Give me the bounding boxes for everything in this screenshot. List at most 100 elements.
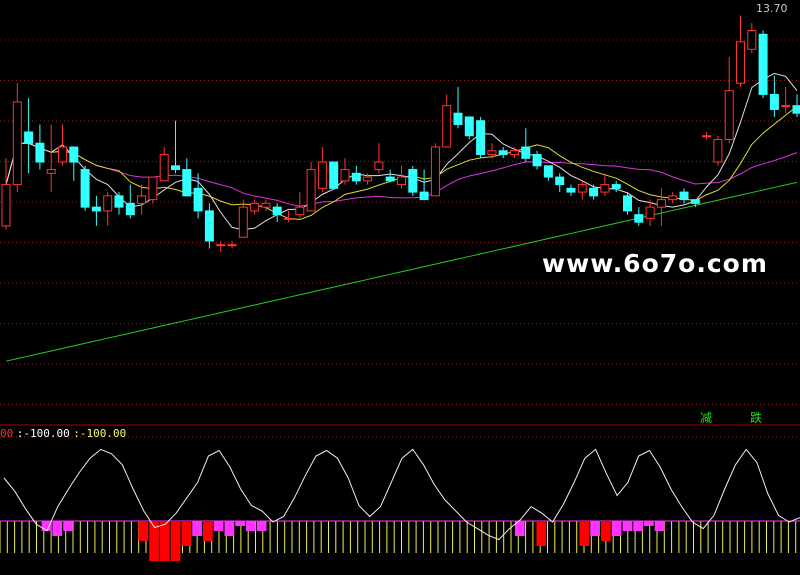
- indicator-bar: [246, 521, 256, 531]
- candle-body: [690, 199, 700, 204]
- candle-body: [623, 195, 632, 212]
- candle-body: [216, 244, 226, 247]
- indicator-bar: [63, 521, 73, 531]
- indicator-bar: [159, 521, 170, 561]
- candle-body: [261, 202, 271, 208]
- signal-label-fall: 跌: [750, 411, 763, 425]
- indicator-bar: [41, 521, 52, 531]
- candle-body: [498, 150, 508, 156]
- indicator-bar: [654, 521, 665, 531]
- candle-body: [430, 146, 440, 197]
- candle-body: [464, 116, 474, 137]
- candle-body: [12, 101, 22, 186]
- candle-body: [284, 217, 293, 220]
- candle-body: [204, 210, 214, 242]
- candle-body: [442, 105, 452, 148]
- candle-body: [340, 169, 350, 182]
- candle-body: [645, 206, 655, 219]
- candle-body: [159, 154, 169, 182]
- candle-body: [250, 202, 260, 212]
- indicator-bar: [224, 521, 235, 536]
- indicator-bar: [611, 521, 622, 536]
- indicator-bar: [256, 521, 267, 531]
- candle-body: [148, 176, 158, 201]
- candle-body: [600, 184, 610, 193]
- candle-body: [476, 120, 486, 156]
- candle-body: [69, 146, 79, 163]
- candle-body: [137, 195, 147, 204]
- candle-body: [91, 206, 101, 212]
- candle-body: [611, 184, 621, 189]
- candle-body: [589, 187, 599, 197]
- indicator-bar: [181, 521, 192, 546]
- indicator-bar: [579, 521, 590, 546]
- candle-body: [656, 199, 666, 208]
- ma-5-line: [5, 72, 798, 231]
- candle-body: [171, 165, 180, 171]
- chart-svg: [0, 15, 800, 561]
- candle-body: [227, 244, 237, 247]
- candle-body: [510, 150, 519, 156]
- candle-body: [736, 41, 745, 84]
- candle-body: [453, 112, 463, 125]
- candle-body: [487, 150, 497, 156]
- candle-body: [679, 191, 689, 201]
- candle-body: [781, 105, 791, 108]
- candle-body: [634, 214, 644, 223]
- candle-body: [46, 169, 56, 174]
- ma-10-line: [5, 106, 798, 221]
- indicator-bar: [622, 521, 633, 531]
- indicator-bar: [213, 521, 224, 531]
- candle-body: [238, 206, 248, 238]
- candle-body: [555, 176, 565, 186]
- candle-body: [521, 146, 531, 159]
- candle-body: [24, 131, 34, 144]
- candle-body: [1, 184, 11, 227]
- candle-body: [543, 165, 553, 178]
- candle-body: [702, 135, 712, 138]
- indicator-bar: [170, 521, 181, 561]
- indicator-header: 00 :-100.00 :-100.00: [0, 427, 126, 440]
- indicator-header-prefix: 00: [0, 427, 14, 440]
- watermark-text: www.6o7o.com: [542, 249, 768, 278]
- candle-body: [374, 161, 384, 171]
- candle-body: [317, 161, 327, 189]
- indicator-value-2: :-100.00: [73, 427, 127, 440]
- indicator-bar: [235, 521, 245, 526]
- candle-body: [758, 33, 768, 95]
- indicator-value-1: :-100.00: [16, 427, 70, 440]
- candle-body: [566, 187, 576, 193]
- candle-body: [58, 146, 67, 163]
- candle-body: [363, 176, 373, 182]
- candle-body: [385, 176, 395, 182]
- candle-body: [182, 169, 192, 197]
- indicator-bar: [590, 521, 600, 536]
- indicator-bar: [138, 521, 149, 541]
- candle-body: [295, 206, 305, 216]
- candle-body: [351, 172, 361, 182]
- candle-body: [125, 202, 135, 216]
- indicator-bar: [536, 521, 547, 546]
- candle-body: [397, 176, 406, 186]
- candle-body: [419, 191, 429, 201]
- signal-label-reduce: 减: [700, 411, 713, 425]
- candle-body: [769, 93, 779, 110]
- indicator-bar: [52, 521, 63, 536]
- chart-canvas: 13.70 www.6o7o.com 减 跌 00 :-100.00 :-100…: [0, 0, 800, 575]
- candle-body: [103, 195, 113, 212]
- candle-body: [80, 169, 90, 208]
- indicator-bar: [633, 521, 643, 531]
- indicator-bar: [644, 521, 654, 526]
- candle-body: [35, 142, 45, 163]
- indicator-bar: [601, 521, 611, 541]
- candle-body: [329, 161, 339, 189]
- candle-body: [532, 154, 542, 167]
- candle-body: [792, 105, 800, 114]
- candle-body: [193, 187, 203, 212]
- candle-body: [668, 195, 678, 201]
- candle-body: [272, 206, 282, 216]
- candle-body: [577, 184, 587, 193]
- candle-body: [408, 169, 418, 193]
- candle-body: [114, 195, 124, 208]
- candle-body: [747, 30, 757, 50]
